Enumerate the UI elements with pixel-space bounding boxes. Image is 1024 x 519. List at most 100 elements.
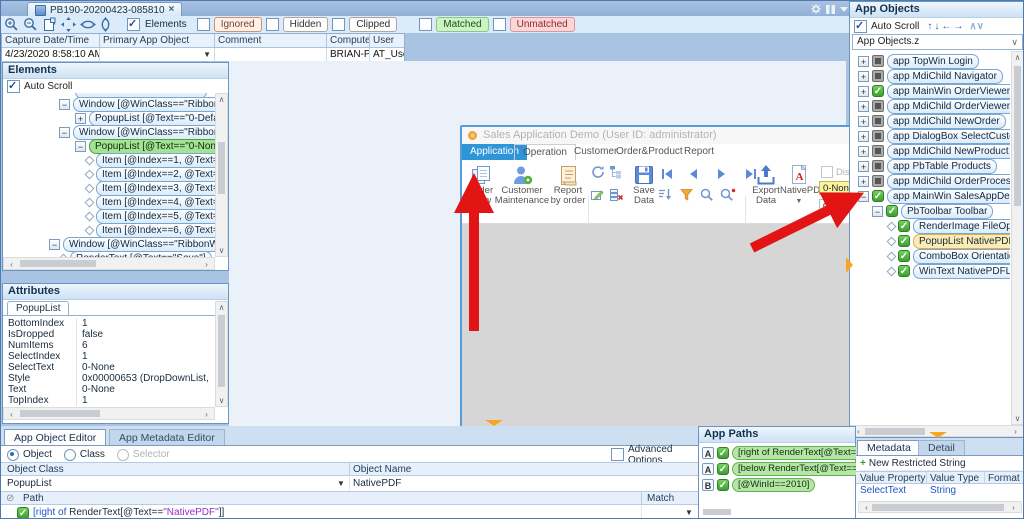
move-4way-icon[interactable] (61, 17, 76, 32)
unchecked-state-icon[interactable] (872, 55, 884, 67)
selector-radio[interactable] (116, 448, 129, 461)
edit-icon[interactable] (590, 188, 604, 202)
chevron-down-icon[interactable]: ▼ (337, 476, 345, 491)
match-dropdown-icon[interactable]: ▼ (685, 505, 693, 518)
scroll-right-icon[interactable]: › (201, 409, 212, 420)
app-path-row[interactable]: A ✓ [below RenderText[@Text=="Dis (702, 461, 862, 476)
nav-previous-icon[interactable] (690, 169, 697, 182)
app-object-node[interactable]: app MdiChild OrderViewer (887, 98, 1010, 114)
element-node[interactable]: Item [@Index==1, @Text=="0- (96, 152, 215, 168)
collapse-icon[interactable]: − (49, 238, 60, 250)
expand-collapse-icons[interactable]: ∧∨ (969, 21, 984, 32)
tree-row[interactable]: Item [@Index==6, @Text=="5- (84, 222, 215, 238)
reorder-arrows-icons[interactable]: ↑↓←→ (927, 21, 965, 32)
element-node[interactable]: Item [@Index==5, @Text=="4- (96, 208, 215, 224)
element-node[interactable]: PopupList [@Text=="0-Default"] (89, 110, 215, 126)
app-object-node[interactable]: app MdiChild NewProduct (887, 143, 1010, 159)
expand-icon[interactable]: + (858, 85, 869, 97)
app-object-node[interactable]: PbToolbar Toolbar (901, 203, 994, 219)
splitter-handle-down[interactable] (485, 420, 503, 426)
app-objects-tree[interactable]: + app TopWin Login + app MdiChild Navigato… (850, 51, 1010, 425)
attribute-row[interactable]: SelectText 0-None (3, 362, 209, 373)
expand-icon[interactable]: + (858, 145, 869, 157)
app-object-row[interactable]: − ✓ PbToolbar Toolbar (872, 203, 994, 219)
elements-checkbox[interactable] (127, 17, 140, 31)
scroll-right-icon[interactable]: › (1008, 502, 1019, 513)
scroll-left-icon[interactable]: ‹ (861, 502, 872, 513)
customer-maintenance-button[interactable]: Customer Maintenance (494, 164, 550, 206)
app-object-row[interactable]: ✓RenderImage FileOpen (886, 218, 1010, 234)
attribute-row[interactable]: IsDropped false (3, 329, 209, 340)
tree-row[interactable]: −Window [@WinClass=="RibbonWindow (59, 96, 215, 112)
delete-row-icon[interactable] (609, 188, 624, 202)
tree-row[interactable]: Item [@Index==2, @Text=="1- (84, 166, 215, 182)
attributes-vertical-scrollbar[interactable]: ∧ ∨ (215, 301, 228, 407)
unchecked-state-icon[interactable] (872, 70, 884, 82)
expand-icon[interactable]: + (858, 115, 869, 127)
scroll-left-icon[interactable]: ‹ (6, 409, 17, 420)
collapse-icon[interactable]: − (858, 190, 869, 202)
app-paths-scroll-thumb[interactable] (703, 509, 731, 515)
app-object-row[interactable]: ✓WinText NativePDFLabel (886, 263, 1010, 279)
expand-icon[interactable]: + (858, 175, 869, 187)
app-object-row[interactable]: + app MdiChild OrderProcessing (858, 173, 1010, 189)
metadata-row[interactable]: SelectText String (856, 484, 1023, 497)
elements-tree[interactable]: −Window [@WinClass=="RibbonWindow +Popup… (3, 93, 215, 257)
splitter-handle-down-right[interactable] (929, 432, 947, 438)
checked-state-icon[interactable]: ✓ (886, 205, 898, 217)
attribute-row[interactable]: Text 0-None (3, 384, 209, 395)
unchecked-state-icon[interactable] (872, 130, 884, 142)
app-path-text[interactable]: [right of RenderText[@Text=="N (732, 445, 862, 460)
path-row[interactable]: ✓ [right of RenderText[@Text=="NativePDF… (1, 505, 698, 518)
zoom-in-icon[interactable] (4, 17, 19, 32)
app-object-row[interactable]: + app DialogBox SelectCustomer (858, 128, 1010, 144)
app-object-node[interactable]: app MainWin OrderViewerMain (887, 83, 1010, 99)
expand-icon[interactable]: + (858, 55, 869, 67)
refresh-icon[interactable] (591, 165, 605, 179)
order-view-button[interactable]: Order View (464, 164, 498, 206)
attribute-row[interactable]: TopIndex 1 (3, 395, 209, 406)
app-path-text[interactable]: [@WinId==2010] (732, 477, 816, 492)
app-object-row[interactable]: + app MdiChild NewProduct (858, 143, 1010, 159)
document-tab[interactable]: PB190-20200423-085810 × (27, 2, 183, 17)
expand-icon[interactable]: + (75, 112, 86, 124)
app-object-node[interactable]: app MdiChild OrderProcessing (887, 173, 1010, 189)
scroll-up-icon[interactable]: ∧ (216, 302, 227, 313)
attribute-row[interactable]: NumItems 6 (3, 340, 209, 351)
element-node[interactable]: Item [@Index==3, @Text=="2- (96, 180, 215, 196)
checked-state-icon[interactable]: ✓ (898, 220, 910, 232)
app-object-row[interactable]: + app MdiChild NewOrder (858, 113, 1006, 129)
expand-icon[interactable]: + (858, 160, 869, 172)
export-data-button[interactable]: Export Data (748, 164, 784, 206)
capture-viewer[interactable]: Sales Application Demo (User ID: adminis… (229, 61, 1023, 478)
tree-row[interactable]: Item [@Index==1, @Text=="0- (84, 152, 215, 168)
gear-icon[interactable] (811, 4, 821, 14)
scroll-right-icon[interactable]: › (201, 259, 212, 270)
app-object-row[interactable]: ✓ComboBox Orientation (886, 248, 1010, 264)
unchecked-state-icon[interactable] (872, 160, 884, 172)
element-node[interactable]: Window [@WinClass=="RibbonWindow", (63, 236, 215, 252)
app-object-node[interactable]: ComboBox Orientation (913, 248, 1010, 264)
app-object-node[interactable]: RenderImage FileOpen (913, 218, 1010, 234)
clipped-checkbox[interactable] (332, 18, 346, 31)
elements-vertical-scrollbar[interactable]: ∧ ∨ (215, 93, 228, 257)
sort-icon[interactable] (658, 188, 672, 202)
element-node[interactable]: Window [@WinClass=="RibbonWindow (73, 96, 215, 112)
expand-icon[interactable]: + (858, 100, 869, 112)
metadata-horizontal-scrollbar[interactable]: ‹ › (858, 501, 1022, 513)
app-path-row[interactable]: A ✓ [right of RenderText[@Text=="N (702, 445, 862, 460)
app-path-text[interactable]: [below RenderText[@Text=="Dis (732, 461, 862, 476)
app-object-node[interactable]: WinText NativePDFLabel (913, 263, 1010, 279)
app-objects-scope-select[interactable]: App Objects.z ∨ (852, 34, 1023, 50)
scroll-down-icon[interactable]: ∨ (216, 395, 227, 406)
app-object-row[interactable]: + app PbTable Products (858, 158, 997, 174)
object-name-value[interactable]: NativePDF (353, 476, 401, 491)
collapse-icon[interactable]: − (59, 126, 70, 138)
scroll-up-icon[interactable]: ∧ (1012, 52, 1023, 63)
tree-row[interactable]: −Window [@WinClass=="RibbonWindow", (49, 236, 215, 252)
splitter-handle-right[interactable] (846, 257, 853, 273)
advanced-options-checkbox[interactable] (611, 448, 624, 461)
app-path-row[interactable]: B ✓ [@WinId==2010] (702, 477, 816, 492)
app-object-node[interactable]: app TopWin Login (887, 53, 979, 69)
tab-metadata[interactable]: Metadata (857, 440, 921, 455)
